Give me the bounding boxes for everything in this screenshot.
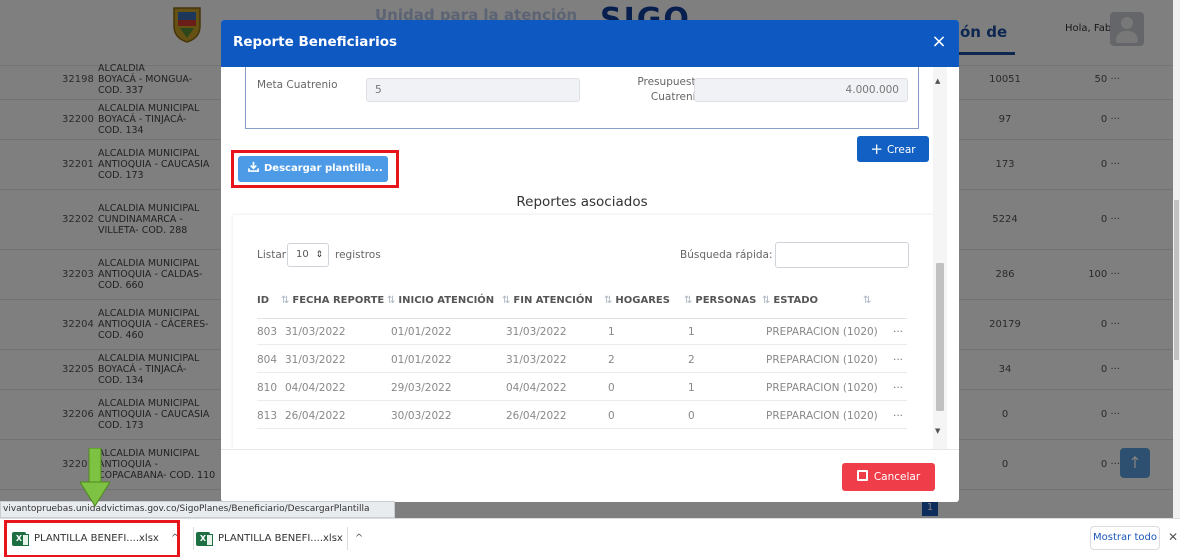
col-actions-sort[interactable]: ⇅ xyxy=(863,295,874,306)
cell-fin: 31/03/2022 xyxy=(506,354,567,366)
cell-hogares: 1 xyxy=(608,326,615,338)
row-actions-menu[interactable]: ··· xyxy=(893,382,903,394)
cell-personas: 0 xyxy=(688,410,695,422)
busqueda-input[interactable] xyxy=(775,242,909,268)
highlight-frame-download xyxy=(4,520,180,557)
presupuesto-input[interactable]: 4.000.000 xyxy=(694,78,908,102)
sort-icon: ⇅ xyxy=(684,295,693,306)
reporte-beneficiarios-modal: Reporte Beneficiarios × Meta Cuatrenio 5… xyxy=(221,20,959,502)
cell-fecha: 04/04/2022 xyxy=(285,382,346,394)
row-actions-menu[interactable]: ··· xyxy=(893,354,903,366)
plus-icon: + xyxy=(870,140,883,158)
cell-inicio: 01/01/2022 xyxy=(391,326,452,338)
sort-icon: ⇅ xyxy=(281,295,290,306)
cancelar-button[interactable]: Cancelar xyxy=(842,463,935,491)
cell-fin: 31/03/2022 xyxy=(506,326,567,338)
cell-inicio: 29/03/2022 xyxy=(391,382,452,394)
page-size-select[interactable]: 10 ⇕ xyxy=(287,243,329,267)
col-inicio-header[interactable]: ⇅ INICIO ATENCIÓN xyxy=(387,295,494,306)
cell-fin: 26/04/2022 xyxy=(506,410,567,422)
download-item[interactable]: X PLANTILLA BENEFI....xlsx ^ xyxy=(196,519,363,557)
col-fecha-header[interactable]: ⇅ FECHA REPORTE xyxy=(281,295,384,306)
cell-estado: PREPARACION (1020) xyxy=(766,354,878,366)
cell-id: 804 xyxy=(257,354,278,366)
listar-label: Listar xyxy=(257,249,287,261)
section-title: Reportes asociados xyxy=(516,194,648,210)
cell-estado: PREPARACION (1020) xyxy=(766,382,878,394)
cancelar-label: Cancelar xyxy=(873,471,921,483)
cell-id: 813 xyxy=(257,410,278,422)
modal-title: Reporte Beneficiarios xyxy=(233,34,398,50)
download-bar: X PLANTILLA BENEFI....xlsx ^ X PLANTILLA… xyxy=(0,518,1180,557)
cell-hogares: 0 xyxy=(608,410,615,422)
registros-label: registros xyxy=(335,249,381,261)
col-personas-header[interactable]: ⇅ PERSONAS xyxy=(684,295,756,306)
table-row[interactable]: 803 31/03/2022 01/01/2022 31/03/2022 1 1 PREPA… xyxy=(257,319,907,345)
cell-id: 803 xyxy=(257,326,278,338)
row-actions-menu[interactable]: ··· xyxy=(893,326,903,338)
show-all-button[interactable]: Mostrar todo xyxy=(1090,526,1160,550)
cell-estado: PREPARACION (1020) xyxy=(766,410,878,422)
page-size-value: 10 xyxy=(296,249,309,260)
sort-icon: ⇅ xyxy=(604,295,613,306)
sort-icon: ⇅ xyxy=(762,295,771,306)
sort-updown-icon: ⇕ xyxy=(315,250,323,260)
busqueda-label: Búsqueda rápida: xyxy=(680,249,773,261)
sort-icon: ⇅ xyxy=(387,295,396,306)
scroll-down-arrow-icon[interactable]: ▼ xyxy=(935,427,940,435)
divider xyxy=(347,527,348,550)
status-url-bar: vivantopruebas.unidadvictimas.gov.co/Sig… xyxy=(0,501,395,518)
divider xyxy=(193,527,194,550)
table-row[interactable]: 813 26/04/2022 30/03/2022 26/04/2022 0 0 PREPA… xyxy=(257,403,907,429)
reportes-table-card: Listar 10 ⇕ registros Búsqueda rápida: ID… xyxy=(233,215,933,449)
cell-fecha: 26/04/2022 xyxy=(285,410,346,422)
col-hogares-header[interactable]: ⇅ HOGARES xyxy=(604,295,670,306)
sort-icon: ⇅ xyxy=(863,295,872,306)
page-scrollbar-thumb[interactable] xyxy=(1174,200,1179,360)
sort-icon: ⇅ xyxy=(502,295,511,306)
crear-label: Crear xyxy=(886,144,916,156)
cell-estado: PREPARACION (1020) xyxy=(766,326,878,338)
crear-button[interactable]: + Crear xyxy=(857,136,929,162)
cell-fecha: 31/03/2022 xyxy=(285,326,346,338)
cell-id: 810 xyxy=(257,382,278,394)
modal-header: Reporte Beneficiarios × xyxy=(221,20,959,67)
annotation-arrow-icon xyxy=(80,448,110,507)
cell-inicio: 30/03/2022 xyxy=(391,410,452,422)
cell-personas: 1 xyxy=(688,326,695,338)
cell-fin: 04/04/2022 xyxy=(506,382,567,394)
modal-close-button[interactable]: × xyxy=(929,32,949,52)
download-filename: PLANTILLA BENEFI....xlsx xyxy=(218,533,343,544)
chevron-up-icon[interactable]: ^ xyxy=(355,533,363,544)
cell-hogares: 0 xyxy=(608,382,615,394)
meta-fieldset: Meta Cuatrenio 5 Presupuesto Cuatrenio 4… xyxy=(245,67,919,129)
meta-label: Meta Cuatrenio xyxy=(257,79,338,91)
presupuesto-label: Presupuesto Cuatrenio xyxy=(637,76,702,103)
highlight-frame-descargar xyxy=(231,150,399,188)
table-header: ID ⇅ FECHA REPORTE ⇅ INICIO ATENCIÓN ⇅ FIN … xyxy=(257,283,907,319)
row-actions-menu[interactable]: ··· xyxy=(893,410,903,422)
col-fin-header[interactable]: ⇅ FIN ATENCIÓN xyxy=(502,295,593,306)
modal-body: Meta Cuatrenio 5 Presupuesto Cuatrenio 4… xyxy=(221,67,959,449)
col-estado-header[interactable]: ⇅ ESTADO xyxy=(762,295,818,306)
table-row[interactable]: 804 31/03/2022 01/01/2022 31/03/2022 2 2 PREPA… xyxy=(257,347,907,373)
cell-fecha: 31/03/2022 xyxy=(285,354,346,366)
scroll-up-arrow-icon[interactable]: ▲ xyxy=(935,77,940,85)
col-id-header[interactable]: ID xyxy=(257,295,269,306)
modal-scrollbar-thumb[interactable] xyxy=(936,263,944,411)
cell-personas: 1 xyxy=(688,382,695,394)
excel-icon: X xyxy=(196,531,213,546)
modal-footer: Cancelar xyxy=(221,449,959,502)
close-icon[interactable]: ✕ xyxy=(1168,530,1178,544)
table-row[interactable]: 810 04/04/2022 29/03/2022 04/04/2022 0 1 PREPA… xyxy=(257,375,907,401)
meta-input[interactable]: 5 xyxy=(366,78,580,102)
save-icon xyxy=(856,470,868,481)
cell-hogares: 2 xyxy=(608,354,615,366)
cell-inicio: 01/01/2022 xyxy=(391,354,452,366)
cell-personas: 2 xyxy=(688,354,695,366)
